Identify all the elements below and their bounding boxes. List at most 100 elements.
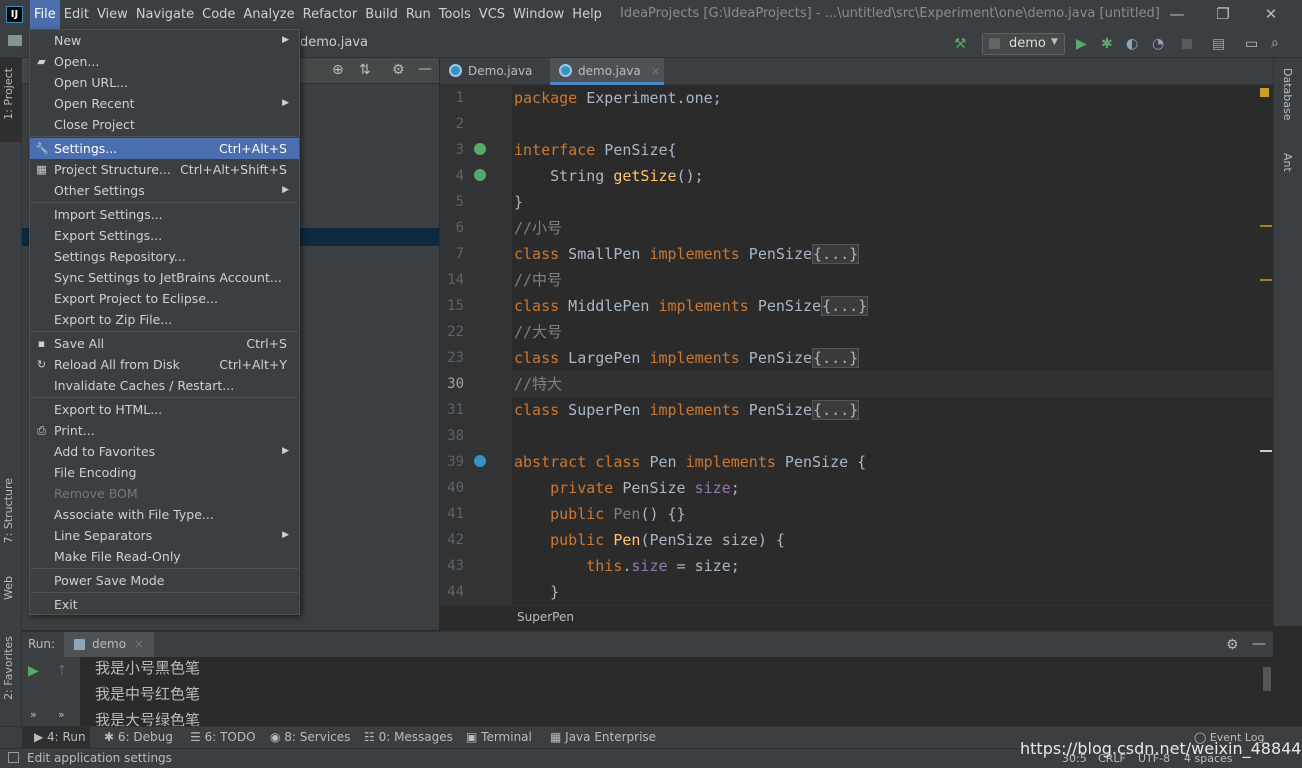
tool-tab-web[interactable]: Web	[2, 576, 15, 600]
menu-item-save-all[interactable]: ▪ Save All Ctrl+S	[30, 333, 299, 354]
coverage-icon[interactable]: ◐	[1126, 36, 1138, 52]
menu-item-associate-with-file-type[interactable]: Associate with File Type...	[30, 504, 299, 525]
breadcrumb-file[interactable]: demo.java	[300, 35, 368, 50]
locate-icon[interactable]: ⊕	[332, 62, 344, 78]
debug-bug-icon[interactable]: ✱	[1101, 36, 1113, 52]
tool-tab-messages[interactable]: ☷ 0: Messages	[364, 730, 453, 744]
tool-tab-ant[interactable]: Ant	[1281, 153, 1294, 172]
menu-item-export-settings[interactable]: Export Settings...	[30, 225, 299, 246]
tool-tab-run[interactable]: ▶ 4: Run	[34, 730, 86, 744]
menu-item-project-structure[interactable]: ▦ Project Structure... Ctrl+Alt+Shift+S	[30, 159, 299, 180]
menu-item-label: Make File Read-Only	[54, 549, 181, 564]
tool-tab-todo[interactable]: ☰ 6: TODO	[190, 730, 256, 744]
menu-refactor[interactable]: Refactor	[299, 0, 362, 30]
stop-icon[interactable]	[1182, 39, 1192, 49]
hide-panel-icon[interactable]: —	[418, 61, 432, 77]
menu-item-add-to-favorites[interactable]: Add to Favorites ▶	[30, 441, 299, 462]
menu-item-open[interactable]: ▰ Open...	[30, 51, 299, 72]
profile-icon[interactable]: ◔	[1152, 36, 1164, 52]
menu-item-settings[interactable]: 🔧 Settings... Ctrl+Alt+S	[30, 138, 299, 159]
menu-item-make-file-read-only[interactable]: Make File Read-Only	[30, 546, 299, 567]
menu-build[interactable]: Build	[361, 0, 402, 30]
run-console[interactable]: ▶ ↑ » » 我是小号黑色笔 我是中号红色笔 我是大号绿色笔	[22, 657, 1273, 729]
layout-icon[interactable]: ▭	[1245, 36, 1258, 52]
maximize-button[interactable]: ❐	[1200, 0, 1246, 30]
tool-tab-structure[interactable]: 7: Structure	[2, 478, 15, 543]
tool-tab-project[interactable]: 1: Project	[2, 68, 15, 120]
implemented-marker-icon[interactable]	[474, 169, 486, 181]
project-structure-toolbar-icon[interactable]: ▤	[1212, 36, 1225, 52]
print-icon: ⎙	[37, 424, 46, 437]
up-arrow-icon[interactable]: ↑	[56, 663, 68, 679]
close-window-button[interactable]: ✕	[1248, 0, 1294, 30]
menu-item-label: Close Project	[54, 117, 135, 132]
tab-demo-upper[interactable]: Demo.java ×	[440, 58, 550, 104]
implementing-marker-icon[interactable]	[474, 455, 486, 467]
submenu-arrow-icon: ▶	[282, 185, 289, 195]
code-editor[interactable]: package Experiment.one; interface PenSiz…	[512, 85, 1273, 605]
menu-code[interactable]: Code	[198, 0, 239, 30]
menu-item-open-url[interactable]: Open URL...	[30, 72, 299, 93]
menu-item-line-separators[interactable]: Line Separators ▶	[30, 525, 299, 546]
run-panel-header: Run: demo × ⚙ —	[22, 631, 1273, 658]
menu-analyze[interactable]: Analyze	[239, 0, 298, 30]
run-tab-demo[interactable]: demo ×	[64, 632, 154, 658]
close-tab-icon[interactable]: ×	[651, 64, 661, 78]
toggle-tool-windows-icon[interactable]	[8, 752, 19, 763]
menu-vcs[interactable]: VCS	[475, 0, 509, 30]
minimize-button[interactable]: —	[1154, 0, 1200, 30]
menu-item-reload-all-from-disk[interactable]: ↻ Reload All from Disk Ctrl+Alt+Y	[30, 354, 299, 375]
run-config-select[interactable]: demo ▼	[982, 33, 1065, 55]
gear-icon[interactable]: ⚙	[1226, 637, 1239, 653]
tool-tab-favorites[interactable]: 2: Favorites	[2, 636, 15, 700]
tab-demo-lower[interactable]: demo.java ×	[550, 58, 664, 85]
menu-item-sync-settings-to-jetbrains-account[interactable]: Sync Settings to JetBrains Account...	[30, 267, 299, 288]
menu-item-export-to-zip-file[interactable]: Export to Zip File...	[30, 309, 299, 330]
menu-window[interactable]: Window	[509, 0, 568, 30]
tool-tab-services[interactable]: ◉ 8: Services	[270, 730, 350, 744]
menu-item-exit[interactable]: Exit	[30, 594, 299, 615]
tool-tab-database[interactable]: Database	[1281, 68, 1294, 121]
menu-item-file-encoding[interactable]: File Encoding	[30, 462, 299, 483]
hide-panel-icon[interactable]: —	[1252, 636, 1266, 652]
menu-view[interactable]: View	[93, 0, 132, 30]
menu-edit[interactable]: Edit	[60, 0, 93, 30]
gear-icon[interactable]: ⚙	[392, 62, 405, 78]
rerun-icon[interactable]: ▶	[28, 663, 39, 679]
tool-tab-debug[interactable]: ✱ 6: Debug	[104, 730, 173, 744]
console-scrollbar[interactable]	[1263, 667, 1271, 691]
menu-item-open-recent[interactable]: Open Recent ▶	[30, 93, 299, 114]
menu-item-other-settings[interactable]: Other Settings ▶	[30, 180, 299, 201]
menu-item-export-to-html[interactable]: Export to HTML...	[30, 399, 299, 420]
menu-item-invalidate-caches-restart[interactable]: Invalidate Caches / Restart...	[30, 375, 299, 396]
menu-item-power-save-mode[interactable]: Power Save Mode	[30, 570, 299, 591]
run-icon[interactable]: ▶	[1076, 36, 1087, 52]
build-hammer-icon[interactable]: ⚒	[954, 36, 967, 52]
error-stripe-mark[interactable]	[1260, 279, 1272, 281]
menu-item-export-project-to-eclipse[interactable]: Export Project to Eclipse...	[30, 288, 299, 309]
more-icon[interactable]: »	[58, 707, 65, 723]
menu-item-import-settings[interactable]: Import Settings...	[30, 204, 299, 225]
line-number: 6	[455, 220, 464, 236]
menu-item-new[interactable]: New ▶	[30, 30, 299, 51]
inspection-warning-icon[interactable]	[1260, 88, 1269, 97]
close-tab-icon[interactable]: ×	[134, 637, 144, 651]
collapse-all-icon[interactable]: ⇅	[359, 62, 371, 78]
tool-tab-java-enterprise[interactable]: ▦ Java Enterprise	[550, 730, 656, 744]
implemented-marker-icon[interactable]	[474, 143, 486, 155]
menu-item-print[interactable]: ⎙ Print...	[30, 420, 299, 441]
menu-item-label: Reload All from Disk	[54, 357, 180, 372]
menu-navigate[interactable]: Navigate	[132, 0, 198, 30]
menu-help[interactable]: Help	[568, 0, 606, 30]
menu-run[interactable]: Run	[402, 0, 435, 30]
menu-file[interactable]: File	[30, 0, 60, 30]
breadcrumb-class[interactable]: SuperPen	[517, 610, 574, 624]
menu-tools[interactable]: Tools	[435, 0, 475, 30]
more-icon[interactable]: »	[30, 707, 37, 723]
tool-tab-terminal[interactable]: ▣ Terminal	[466, 730, 532, 744]
menu-item-close-project[interactable]: Close Project	[30, 114, 299, 135]
menu-item-settings-repository[interactable]: Settings Repository...	[30, 246, 299, 267]
menu-item-label: Settings Repository...	[54, 249, 186, 264]
error-stripe-mark[interactable]	[1260, 225, 1272, 227]
search-everywhere-icon[interactable]: ⌕	[1271, 35, 1279, 51]
